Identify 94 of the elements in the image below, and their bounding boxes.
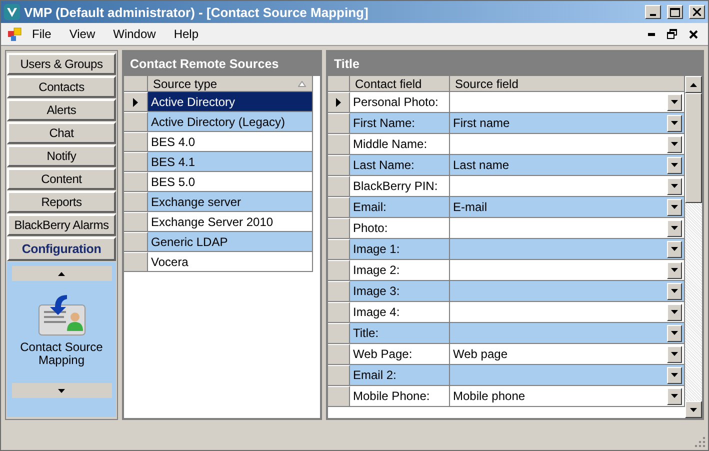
- source-row[interactable]: BES 4.1: [148, 152, 313, 172]
- caret-icon: [671, 268, 678, 272]
- dropdown-button[interactable]: [667, 220, 682, 236]
- contact-field-cell: Image 3:: [350, 281, 450, 302]
- nav-button[interactable]: Alerts: [7, 99, 116, 121]
- dropdown-button[interactable]: [667, 240, 682, 258]
- source-field-value: Web page: [453, 347, 508, 361]
- scroll-up-icon: [58, 272, 65, 276]
- dropdown-button[interactable]: [667, 366, 682, 384]
- current-row-icon: [133, 98, 138, 106]
- nav-button[interactable]: Configuration: [7, 237, 116, 261]
- minimize-icon[interactable]: [648, 32, 655, 36]
- maximize-button[interactable]: [667, 5, 683, 19]
- column-label: Source type: [153, 76, 218, 90]
- vertical-scrollbar[interactable]: [685, 76, 702, 418]
- caret-icon: [671, 100, 678, 104]
- tool-label: Contact Source Mapping: [19, 341, 104, 367]
- scroll-down-icon: [58, 388, 65, 392]
- panel-header: Contact Remote Sources: [124, 52, 320, 76]
- caret-icon: [671, 184, 678, 188]
- source-field-value: First name: [453, 116, 510, 130]
- dropdown-button[interactable]: [667, 136, 682, 152]
- menu-item[interactable]: File: [23, 25, 60, 43]
- dropdown-button[interactable]: [667, 324, 682, 342]
- row-header[interactable]: [124, 92, 148, 112]
- row-header[interactable]: [328, 92, 350, 113]
- dropdown-button[interactable]: [667, 304, 682, 320]
- menu-item[interactable]: Window: [104, 25, 165, 43]
- scroll-down-icon: [690, 408, 697, 412]
- nav-button[interactable]: Chat: [7, 122, 116, 144]
- nav-button[interactable]: Notify: [7, 145, 116, 167]
- contact-field-cell: Image 1:: [350, 239, 450, 260]
- dropdown-button[interactable]: [667, 198, 682, 216]
- minimize-button[interactable]: [645, 5, 661, 19]
- nav-button[interactable]: Content: [7, 168, 116, 190]
- window-title: VMP (Default administrator) - [Contact Source Mapping]: [24, 4, 370, 20]
- source-row[interactable]: Active Directory (Legacy): [148, 112, 313, 132]
- contact-field-cell: Last Name:: [350, 155, 450, 176]
- restore-icon[interactable]: [667, 29, 677, 39]
- caret-icon: [671, 373, 678, 377]
- contact-field-cell: Title:: [350, 323, 450, 344]
- dropdown-button[interactable]: [667, 262, 682, 278]
- dropdown-button[interactable]: [667, 178, 682, 194]
- nav-button[interactable]: Contacts: [7, 76, 116, 98]
- contact-field-cell: Mobile Phone:: [350, 386, 450, 407]
- source-field-value: E-mail: [453, 200, 488, 214]
- panel-header: Title: [328, 52, 702, 76]
- contact-field-cell: Email 2:: [350, 365, 450, 386]
- scroll-down-button[interactable]: [685, 401, 702, 418]
- contact-field-cell: First Name:: [350, 113, 450, 134]
- caret-icon: [671, 331, 678, 335]
- caret-icon: [671, 163, 678, 167]
- dropdown-button[interactable]: [667, 94, 682, 110]
- source-field-value: Last name: [453, 158, 510, 172]
- caret-icon: [671, 394, 678, 398]
- sort-icon: [298, 80, 306, 86]
- app-logo-icon: [4, 4, 20, 20]
- column-header[interactable]: Source type: [148, 76, 313, 92]
- close-icon: [693, 8, 701, 16]
- caret-icon: [671, 247, 678, 251]
- nav-button[interactable]: Users & Groups: [7, 53, 116, 75]
- scroll-up-button[interactable]: [685, 76, 702, 93]
- contact-card-icon[interactable]: [36, 293, 86, 337]
- current-row-icon: [336, 98, 341, 107]
- caret-icon: [671, 121, 678, 125]
- caret-icon: [671, 205, 678, 209]
- close-button[interactable]: [689, 5, 705, 19]
- nav-button[interactable]: Reports: [7, 191, 116, 213]
- contact-field-cell: Email:: [350, 197, 450, 218]
- dropdown-button[interactable]: [667, 282, 682, 300]
- nav-button[interactable]: BlackBerry Alarms: [7, 214, 116, 236]
- source-row[interactable]: Exchange server: [148, 192, 313, 212]
- caret-icon: [671, 310, 678, 314]
- close-icon[interactable]: [689, 30, 698, 38]
- source-field-value: Mobile phone: [453, 389, 526, 403]
- source-row[interactable]: Vocera: [148, 252, 313, 272]
- caret-icon: [671, 352, 678, 356]
- dropdown-button[interactable]: [667, 114, 682, 132]
- scroll-up-icon: [690, 82, 697, 86]
- menu-item[interactable]: View: [60, 25, 104, 43]
- caret-icon: [671, 142, 678, 146]
- menu-item[interactable]: Help: [164, 25, 208, 43]
- caret-icon: [671, 226, 678, 230]
- maximize-icon: [670, 8, 680, 16]
- dropdown-button[interactable]: [667, 346, 682, 362]
- column-header[interactable]: Source field: [450, 76, 685, 92]
- caret-icon: [671, 289, 678, 293]
- resize-grip-icon[interactable]: [695, 437, 706, 448]
- source-row[interactable]: Generic LDAP: [148, 232, 313, 252]
- source-row[interactable]: Active Directory: [148, 92, 313, 112]
- dropdown-button[interactable]: [667, 156, 682, 174]
- column-header[interactable]: Contact field: [350, 76, 450, 92]
- dropdown-button[interactable]: [667, 388, 682, 404]
- scroll-thumb[interactable]: [685, 93, 702, 203]
